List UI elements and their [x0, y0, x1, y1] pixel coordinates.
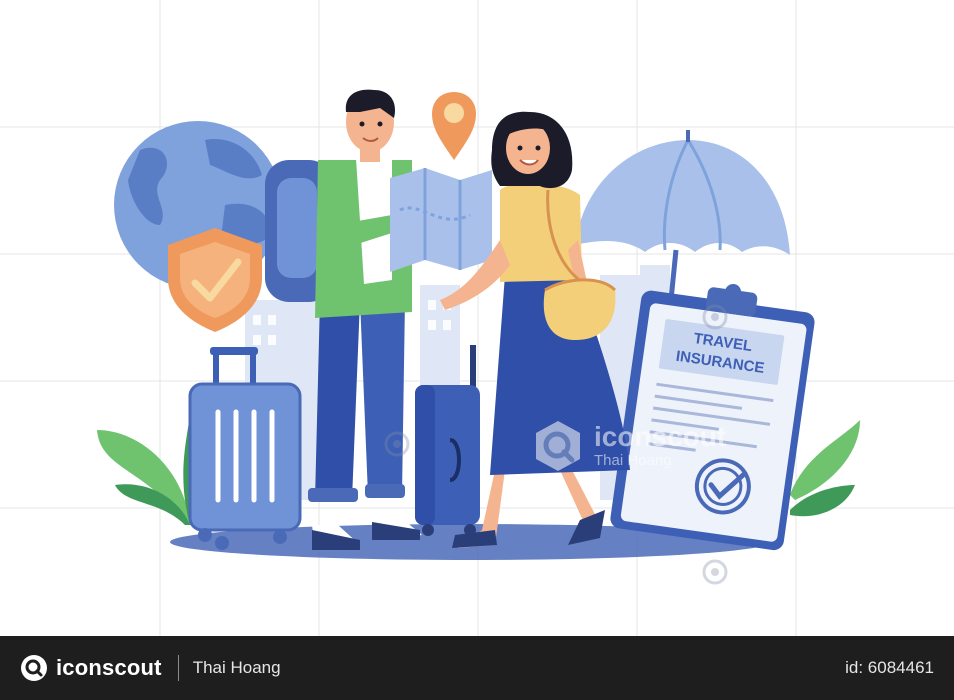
travel-insurance-illustration: TRAVEL INSURANCE: [97, 89, 860, 585]
left-plant: [97, 410, 202, 525]
iconscout-logo-icon: [536, 421, 580, 471]
right-plant: [790, 420, 860, 517]
iconscout-logo-icon: [21, 655, 47, 681]
illustration-canvas: TRAVEL INSURANCE iconscout Thai Hoang: [0, 0, 954, 636]
location-pin-icon: [432, 92, 476, 160]
footer-author[interactable]: Thai Hoang: [193, 658, 281, 678]
footer-asset-id: id: 6084461: [845, 658, 934, 677]
folded-map: [390, 168, 492, 272]
footer-divider: [177, 655, 179, 681]
watermark-brand: iconscout: [594, 421, 727, 452]
watermark-mark-bottom: [702, 559, 728, 585]
footer-brand[interactable]: iconscout: [20, 654, 162, 682]
footer-bar: iconscout Thai Hoang id: 6084461: [0, 636, 954, 700]
watermark-author: Thai Hoang: [594, 452, 672, 469]
footer-brand-name: iconscout: [56, 655, 162, 680]
watermark-center: iconscout Thai Hoang: [530, 418, 726, 474]
